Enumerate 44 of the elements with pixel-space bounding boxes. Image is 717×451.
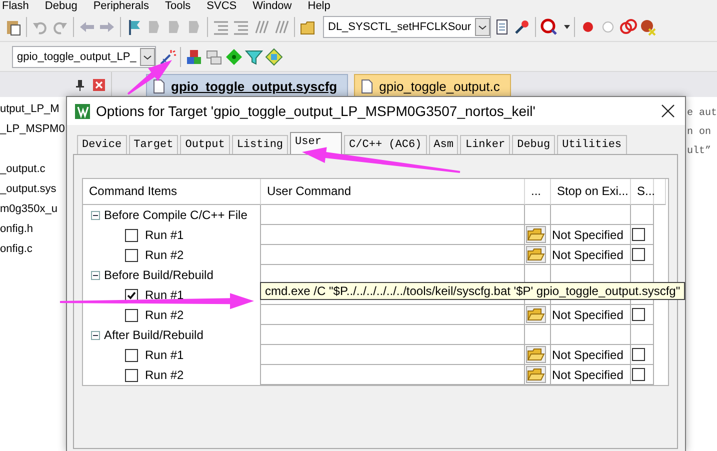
tab[interactable]: Utilities bbox=[557, 135, 627, 154]
menu-item[interactable]: Peripherals bbox=[93, 0, 149, 12]
tab[interactable]: Debug bbox=[512, 135, 556, 154]
tab[interactable]: Asm bbox=[428, 135, 458, 154]
file-tab[interactable]: gpio_toggle_output.c bbox=[354, 74, 511, 97]
tab[interactable]: User bbox=[290, 132, 342, 154]
column-header[interactable]: User Command bbox=[261, 179, 525, 205]
menu-item[interactable]: Flash bbox=[2, 0, 29, 12]
stop-on-exit-value[interactable]: Not Specified bbox=[552, 248, 624, 262]
tree-item[interactable]: Run #2 bbox=[145, 368, 184, 382]
code-line: n on bbox=[687, 126, 712, 140]
tree-item[interactable]: Run #1 bbox=[145, 228, 184, 242]
tree-item[interactable]: Run #2 bbox=[145, 248, 184, 262]
tree-item[interactable]: Before Build/Rebuild bbox=[104, 268, 214, 282]
stop-on-exit-value[interactable]: Not Specified bbox=[552, 308, 624, 322]
target-select[interactable]: gpio_toggle_output_LP_ bbox=[12, 46, 156, 68]
menu-item[interactable]: Window bbox=[252, 0, 292, 12]
code-line: e aut bbox=[687, 107, 717, 121]
tree-item[interactable]: After Build/Rebuild bbox=[104, 328, 204, 342]
tab[interactable]: C/C++ (AC6) bbox=[344, 135, 427, 154]
stop-on-exit-value[interactable]: Not Specified bbox=[552, 228, 624, 242]
column-header[interactable]: Stop on Exi... bbox=[551, 179, 631, 205]
tab[interactable]: Output bbox=[180, 135, 230, 154]
dialog-title: Options for Target 'gpio_toggle_output_LP_MSPM0G3507_nortos_keil' bbox=[96, 103, 536, 119]
tree-item[interactable]: Run #1 bbox=[145, 348, 184, 362]
tab[interactable]: Target bbox=[128, 135, 178, 154]
column-header[interactable]: Command Items bbox=[83, 179, 261, 205]
stop-on-exit-value[interactable]: Not Specified bbox=[552, 348, 624, 362]
menu-item[interactable]: Help bbox=[308, 0, 330, 12]
menu-item[interactable]: Tools bbox=[164, 0, 191, 12]
code-line: ult” bbox=[687, 144, 712, 159]
tree-item[interactable]: Before Compile C/C++ File bbox=[104, 208, 248, 222]
menu-item[interactable]: SVCS bbox=[206, 0, 237, 12]
menu-item[interactable]: Debug bbox=[44, 0, 78, 12]
column-header[interactable]: S... bbox=[631, 179, 654, 205]
stop-on-exit-value[interactable]: Not Specified bbox=[552, 368, 624, 382]
tab[interactable]: Device bbox=[77, 135, 127, 154]
tab[interactable]: Listing bbox=[232, 135, 288, 154]
tab[interactable]: Linker bbox=[460, 135, 510, 154]
function-select[interactable]: DL_SYSCTL_setHFCLKSour bbox=[323, 16, 492, 38]
tooltip: cmd.exe /C "$P../../../../../../tools/keil/syscfg.bat '$P' gpio_toggle_output.syscfg" bbox=[260, 282, 686, 300]
tree-item[interactable]: Run #2 bbox=[145, 308, 184, 322]
column-header[interactable]: ... bbox=[525, 179, 551, 205]
tree-item[interactable]: Run #1 bbox=[145, 288, 184, 302]
